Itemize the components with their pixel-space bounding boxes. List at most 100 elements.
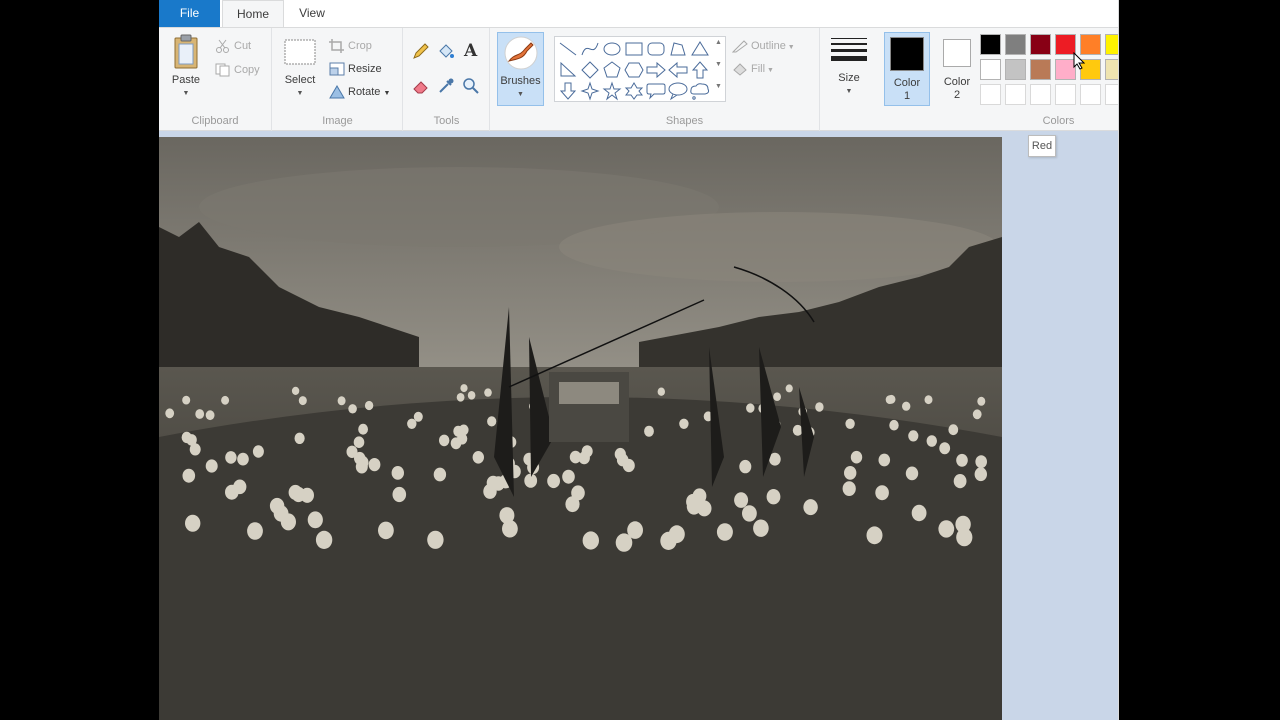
oval-callout-shape[interactable] bbox=[667, 81, 689, 101]
gas-mask-face bbox=[657, 387, 665, 396]
pencil-tool[interactable] bbox=[412, 42, 434, 62]
gas-mask-face bbox=[956, 453, 968, 467]
fill-tool[interactable] bbox=[437, 42, 459, 62]
gas-mask-face bbox=[679, 418, 689, 429]
gas-mask-face bbox=[955, 515, 971, 533]
palette-swatch[interactable] bbox=[1080, 84, 1101, 105]
left-arrow-icon bbox=[668, 61, 688, 79]
left-arrow-shape[interactable] bbox=[667, 60, 689, 80]
palette-swatch[interactable] bbox=[1030, 59, 1051, 80]
cut-button[interactable]: Cut bbox=[215, 36, 251, 56]
hexagon-shape[interactable] bbox=[623, 60, 645, 80]
rectangle-shape[interactable] bbox=[623, 39, 645, 59]
select-button[interactable]: Select ▼ bbox=[281, 34, 319, 100]
gas-mask-face bbox=[237, 452, 249, 466]
rotate-icon bbox=[329, 85, 345, 99]
color1-button[interactable]: Color 1 bbox=[884, 32, 930, 106]
gas-mask-face bbox=[974, 467, 987, 482]
color2-button[interactable]: Color 2 bbox=[934, 32, 980, 106]
palette-swatch[interactable] bbox=[1105, 59, 1119, 80]
drawing-canvas[interactable] bbox=[159, 137, 1002, 720]
brush-icon bbox=[503, 35, 539, 71]
right-triangle-shape[interactable] bbox=[557, 60, 579, 80]
fill-icon bbox=[732, 62, 748, 76]
gas-mask-face bbox=[803, 499, 818, 516]
brushes-button[interactable]: Brushes ▼ bbox=[497, 32, 544, 106]
gas-mask-face bbox=[205, 459, 218, 473]
gas-mask-face bbox=[499, 507, 515, 524]
gas-mask-face bbox=[456, 393, 465, 402]
gas-mask-face bbox=[221, 395, 230, 405]
copy-button[interactable]: Copy bbox=[215, 60, 260, 80]
text-tool[interactable]: A bbox=[462, 40, 484, 61]
tab-home[interactable]: Home bbox=[222, 0, 284, 28]
four-point-star-shape[interactable] bbox=[579, 81, 601, 101]
color1-label-line1: Color bbox=[893, 77, 921, 89]
outline-button[interactable]: Outline ▼ bbox=[731, 36, 795, 56]
palette-swatch[interactable] bbox=[980, 59, 1001, 80]
rounded-rectangle-shape[interactable] bbox=[645, 39, 667, 59]
down-arrow-shape[interactable] bbox=[557, 81, 579, 101]
size-button[interactable]: Size ▼ bbox=[827, 36, 871, 98]
palette-swatch[interactable] bbox=[1005, 34, 1026, 55]
gas-mask-face bbox=[364, 400, 374, 411]
shapes-scroll-up-icon[interactable]: ▲ bbox=[715, 39, 722, 46]
shapes-more-icon[interactable]: ▼ bbox=[715, 83, 722, 90]
canvas-area[interactable] bbox=[159, 132, 1119, 720]
palette-swatch[interactable] bbox=[1030, 34, 1051, 55]
gas-mask-face bbox=[182, 468, 196, 483]
triangle-shape[interactable] bbox=[689, 39, 711, 59]
diamond-icon bbox=[581, 61, 599, 79]
oval-shape[interactable] bbox=[601, 39, 623, 59]
fill-button[interactable]: Fill ▼ bbox=[732, 59, 774, 79]
color2-label-line1: Color bbox=[943, 76, 971, 88]
tab-file[interactable]: File bbox=[159, 0, 220, 27]
size-label: Size bbox=[838, 72, 860, 84]
shapes-scroll-down-icon[interactable]: ▼ bbox=[715, 61, 722, 68]
gas-mask-face bbox=[948, 424, 959, 436]
tab-view[interactable]: View bbox=[287, 0, 337, 27]
palette-swatch[interactable] bbox=[980, 84, 1001, 105]
five-point-star-shape[interactable] bbox=[601, 81, 623, 101]
rounded-callout-shape[interactable] bbox=[645, 81, 667, 101]
line-shape[interactable] bbox=[557, 39, 579, 59]
resize-button[interactable]: Resize bbox=[329, 59, 382, 79]
palette-swatch[interactable] bbox=[980, 34, 1001, 55]
gas-mask-face bbox=[902, 401, 911, 411]
gas-mask-face bbox=[716, 523, 733, 541]
crop-button[interactable]: Crop bbox=[329, 36, 372, 56]
palette-swatch[interactable] bbox=[1055, 84, 1076, 105]
paste-button[interactable]: Paste ▼ bbox=[167, 34, 205, 100]
six-point-star-shape[interactable] bbox=[623, 81, 645, 101]
gas-mask-face bbox=[353, 436, 365, 449]
gas-mask-face bbox=[569, 450, 582, 464]
color-picker-tool[interactable] bbox=[437, 77, 459, 97]
palette-swatch[interactable] bbox=[1105, 34, 1119, 55]
gas-mask-face bbox=[300, 487, 314, 503]
pentagon-shape[interactable] bbox=[601, 60, 623, 80]
palette-swatch[interactable] bbox=[1005, 59, 1026, 80]
curve-shape[interactable] bbox=[579, 39, 601, 59]
size-group: Size ▼ bbox=[821, 28, 877, 131]
gas-mask-face bbox=[616, 453, 629, 467]
magnifier-tool[interactable] bbox=[462, 77, 484, 97]
rotate-button[interactable]: Rotate ▼ bbox=[329, 82, 390, 102]
palette-swatch[interactable] bbox=[1005, 84, 1026, 105]
eyedropper-icon bbox=[439, 78, 454, 93]
palette-swatch[interactable] bbox=[1030, 84, 1051, 105]
palette-swatch[interactable] bbox=[1105, 84, 1119, 105]
gas-mask-face bbox=[195, 409, 205, 419]
right-arrow-shape[interactable] bbox=[645, 60, 667, 80]
polygon-shape[interactable] bbox=[667, 39, 689, 59]
diamond-shape[interactable] bbox=[579, 60, 601, 80]
gas-mask-face bbox=[524, 473, 538, 488]
gas-mask-face bbox=[348, 404, 357, 414]
up-arrow-shape[interactable] bbox=[689, 60, 711, 80]
outline-label: Outline bbox=[751, 40, 786, 52]
rectangle-icon bbox=[625, 42, 643, 56]
cloud-callout-shape[interactable] bbox=[689, 81, 711, 101]
gas-mask-face bbox=[225, 451, 237, 464]
six-point-star-icon bbox=[624, 82, 644, 100]
fill-label: Fill bbox=[751, 63, 766, 75]
eraser-tool[interactable] bbox=[412, 77, 434, 97]
